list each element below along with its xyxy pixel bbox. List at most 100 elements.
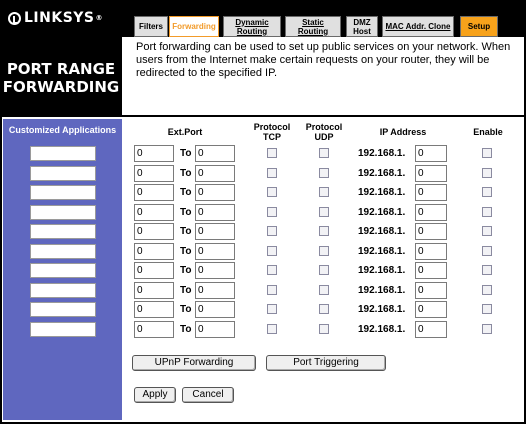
enable-checkbox[interactable] [482,285,492,295]
tcp-checkbox[interactable] [267,207,277,217]
app-name-input[interactable] [30,244,96,259]
ext-port-start-input[interactable]: 0 [134,301,174,318]
udp-checkbox[interactable] [319,285,329,295]
port-triggering-button[interactable]: Port Triggering [266,355,386,371]
tab-forwarding[interactable]: Forwarding [169,16,219,37]
app-name-input[interactable] [30,263,96,278]
to-label: To [180,226,192,237]
tcp-checkbox[interactable] [267,226,277,236]
ext-port-end-input[interactable]: 0 [195,321,235,338]
udp-checkbox[interactable] [319,265,329,275]
col-ip-address: IP Address [379,127,427,137]
ip-last-octet-input[interactable]: 0 [415,243,447,260]
sidebar-title: Customized Applications [8,125,117,135]
ext-port-start-input[interactable]: 0 [134,165,174,182]
ip-prefix: 192.168.1. [358,187,406,198]
tab-dynamic-routing[interactable]: Dynamic Routing [223,16,281,37]
tcp-checkbox[interactable] [267,168,277,178]
app-name-input[interactable] [30,185,96,200]
col-ext-port: Ext.Port [167,127,203,137]
ext-port-end-input[interactable]: 0 [195,282,235,299]
tab-filters[interactable]: Filters [134,16,168,37]
col-protocol-udp-line1: Protocol [305,122,343,132]
ext-port-end-input[interactable]: 0 [195,165,235,182]
ip-last-octet-input[interactable]: 0 [415,223,447,240]
ext-port-end-input[interactable]: 0 [195,204,235,221]
app-name-input[interactable] [30,283,96,298]
linksys-logo: LINKSYS ® [8,10,103,26]
apply-button[interactable]: Apply [134,387,176,403]
enable-checkbox[interactable] [482,207,492,217]
udp-checkbox[interactable] [319,168,329,178]
enable-checkbox[interactable] [482,265,492,275]
ext-port-start-input[interactable]: 0 [134,321,174,338]
linksys-logo-icon [8,11,21,25]
ip-prefix: 192.168.1. [358,304,406,315]
app-name-input[interactable] [30,302,96,317]
app-name-input[interactable] [30,322,96,337]
tab-dmz-host[interactable]: DMZ Host [346,16,378,37]
udp-checkbox[interactable] [319,246,329,256]
enable-checkbox[interactable] [482,187,492,197]
ext-port-start-input[interactable]: 0 [134,262,174,279]
ip-prefix: 192.168.1. [358,226,406,237]
to-label: To [180,324,192,335]
ext-port-start-input[interactable]: 0 [134,223,174,240]
tcp-checkbox[interactable] [267,265,277,275]
ext-port-start-input[interactable]: 0 [134,184,174,201]
tab-static-routing[interactable]: Static Routing [285,16,341,37]
enable-checkbox[interactable] [482,168,492,178]
udp-checkbox[interactable] [319,207,329,217]
ext-port-end-input[interactable]: 0 [195,243,235,260]
ext-port-start-input[interactable]: 0 [134,282,174,299]
tab-setup[interactable]: Setup [460,16,498,37]
udp-checkbox[interactable] [319,187,329,197]
ext-port-end-input[interactable]: 0 [195,223,235,240]
ext-port-start-input[interactable]: 0 [134,204,174,221]
enable-checkbox[interactable] [482,148,492,158]
tcp-checkbox[interactable] [267,324,277,334]
app-name-input[interactable] [30,146,96,161]
ext-port-end-input[interactable]: 0 [195,184,235,201]
ip-last-octet-input[interactable]: 0 [415,184,447,201]
enable-checkbox[interactable] [482,304,492,314]
ext-port-end-input[interactable]: 0 [195,301,235,318]
ip-last-octet-input[interactable]: 0 [415,321,447,338]
ext-port-end-input[interactable]: 0 [195,145,235,162]
ext-port-start-input[interactable]: 0 [134,243,174,260]
tcp-checkbox[interactable] [267,246,277,256]
cancel-button[interactable]: Cancel [182,387,234,403]
enable-checkbox[interactable] [482,246,492,256]
tcp-checkbox[interactable] [267,304,277,314]
app-name-input[interactable] [30,205,96,220]
trademark: ® [95,14,103,22]
tcp-checkbox[interactable] [267,285,277,295]
brand-name: LINKSYS [24,10,95,26]
to-label: To [180,148,192,159]
ext-port-start-input[interactable]: 0 [134,145,174,162]
app-name-input[interactable] [30,224,96,239]
ip-last-octet-input[interactable]: 0 [415,165,447,182]
app-name-input[interactable] [30,166,96,181]
udp-checkbox[interactable] [319,226,329,236]
udp-checkbox[interactable] [319,148,329,158]
tab-mac-addr-clone[interactable]: MAC Addr. Clone [382,16,454,37]
col-enable: Enable [473,127,503,137]
tcp-checkbox[interactable] [267,187,277,197]
ip-last-octet-input[interactable]: 0 [415,301,447,318]
col-protocol-udp-line2: UDP [314,132,334,142]
page-title: PORT RANGE FORWARDING [0,37,122,115]
udp-checkbox[interactable] [319,324,329,334]
enable-checkbox[interactable] [482,324,492,334]
enable-checkbox[interactable] [482,226,492,236]
tcp-checkbox[interactable] [267,148,277,158]
ip-last-octet-input[interactable]: 0 [415,282,447,299]
ip-last-octet-input[interactable]: 0 [415,204,447,221]
ip-prefix: 192.168.1. [358,324,406,335]
ip-last-octet-input[interactable]: 0 [415,145,447,162]
ext-port-end-input[interactable]: 0 [195,262,235,279]
udp-checkbox[interactable] [319,304,329,314]
ip-last-octet-input[interactable]: 0 [415,262,447,279]
upnp-forwarding-button[interactable]: UPnP Forwarding [132,355,256,371]
ip-prefix: 192.168.1. [358,168,406,179]
